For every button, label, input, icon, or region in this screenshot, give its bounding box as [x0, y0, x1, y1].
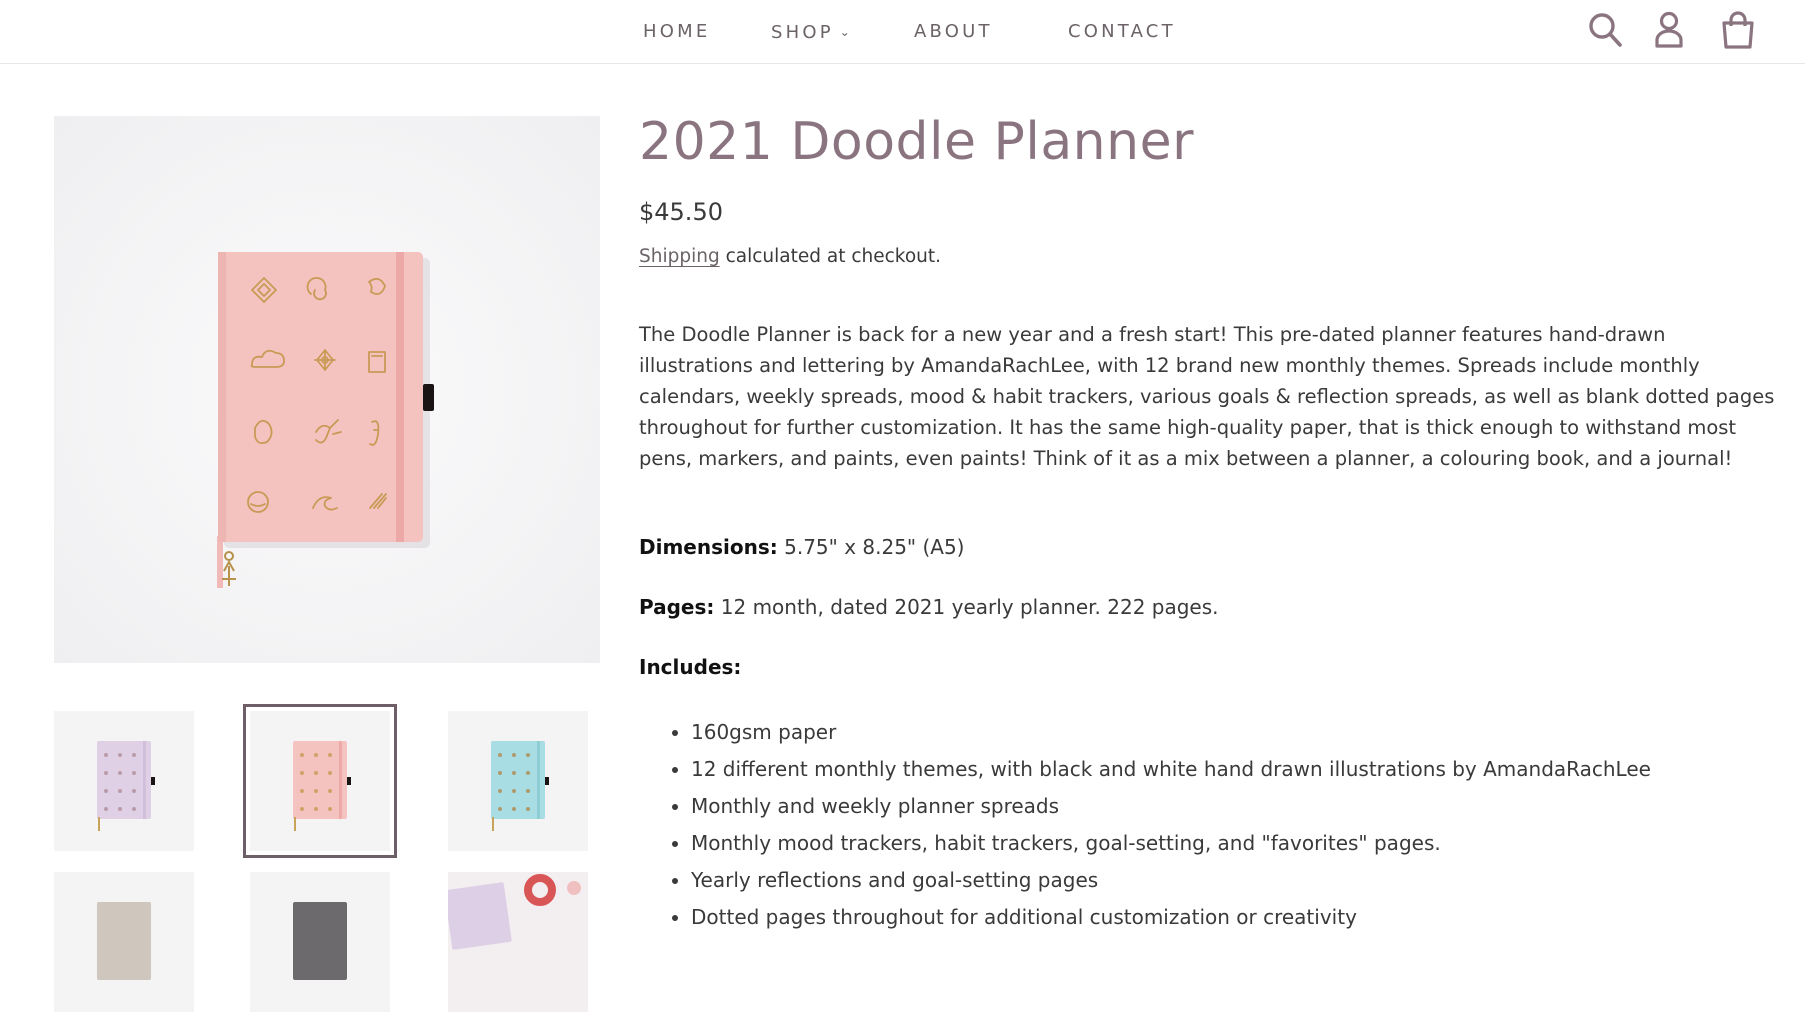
nav-about[interactable]: ABOUT: [914, 20, 993, 44]
includes-list: 160gsm paper 12 different monthly themes…: [639, 714, 1651, 936]
shipping-text: calculated at checkout.: [719, 246, 942, 267]
main-nav: HOME SHOP ⌄ ABOUT CONTACT: [0, 20, 1805, 44]
product-description: The Doodle Planner is back for a new yea…: [639, 323, 1775, 470]
thumbnail-beige[interactable]: [54, 872, 194, 1012]
cart-icon[interactable]: [1718, 10, 1758, 50]
includes-label: Includes:: [639, 655, 742, 679]
list-item: Dotted pages throughout for additional c…: [691, 899, 1651, 936]
pages-value: 12 month, dated 2021 yearly planner. 222…: [714, 595, 1219, 619]
thumbnail-lavender[interactable]: [54, 711, 194, 851]
nav-shop-label: SHOP: [771, 22, 834, 43]
pages-label: Pages:: [639, 595, 715, 619]
thumbnail-blue[interactable]: [448, 711, 588, 851]
dimensions-label: Dimensions:: [639, 535, 778, 559]
dimensions-value: 5.75" x 8.25" (A5): [777, 535, 965, 559]
thumbnail-gray[interactable]: [250, 872, 390, 1012]
product-main-image[interactable]: [54, 116, 600, 663]
product-price: $45.50: [639, 198, 723, 226]
thumbnail-pink[interactable]: [243, 704, 397, 858]
nav-home[interactable]: HOME: [643, 20, 710, 44]
product-title: 2021 Doodle Planner: [639, 112, 1194, 172]
includes-heading: Includes:: [639, 655, 741, 679]
site-header: HOME SHOP ⌄ ABOUT CONTACT: [0, 0, 1805, 64]
thumbnail-lavender-with-tape[interactable]: [448, 872, 588, 1012]
account-icon[interactable]: [1649, 10, 1689, 50]
shipping-link[interactable]: Shipping: [639, 246, 720, 267]
dimensions-spec: Dimensions: 5.75" x 8.25" (A5): [639, 535, 965, 559]
list-item: Monthly mood trackers, habit trackers, g…: [691, 825, 1651, 862]
nav-contact[interactable]: CONTACT: [1068, 20, 1176, 44]
chevron-down-icon: ⌄: [839, 25, 850, 39]
search-icon[interactable]: [1585, 10, 1625, 50]
list-item: 12 different monthly themes, with black …: [691, 751, 1651, 788]
list-item: Monthly and weekly planner spreads: [691, 788, 1651, 825]
nav-shop[interactable]: SHOP ⌄: [771, 20, 850, 45]
list-item: Yearly reflections and goal-setting page…: [691, 862, 1651, 899]
shipping-note: Shipping calculated at checkout.: [639, 246, 941, 267]
list-item: 160gsm paper: [691, 714, 1651, 751]
pages-spec: Pages: 12 month, dated 2021 yearly plann…: [639, 595, 1219, 619]
